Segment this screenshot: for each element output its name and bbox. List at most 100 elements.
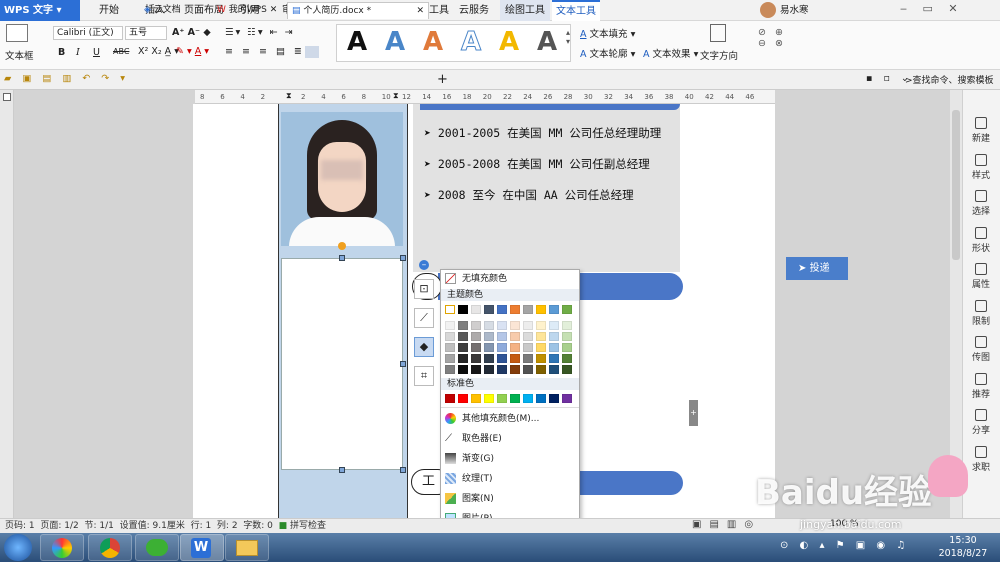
link-icons[interactable]: ⊘ ⊕ ⊖ ⊗ (758, 27, 786, 49)
color-swatch[interactable] (536, 305, 546, 314)
right-panel-item[interactable]: 样式 (962, 153, 1000, 181)
right-panel-item[interactable]: 属性 (962, 263, 1000, 290)
bold-button[interactable]: B (58, 47, 65, 58)
color-swatch[interactable] (497, 332, 507, 341)
color-swatch[interactable] (484, 354, 494, 363)
status-spell[interactable]: 拼写检查 (290, 521, 326, 531)
tab-my-wps[interactable]: W 我的WPS ✕ (213, 2, 285, 19)
font-color-icon[interactable]: ✎ ▾ A ▾ (176, 46, 209, 57)
toudi-button[interactable]: ➤ 投递 (786, 257, 848, 280)
color-swatch[interactable] (445, 343, 455, 352)
menu-item[interactable]: 文本工具 (552, 0, 600, 21)
color-swatch[interactable] (523, 321, 533, 330)
rotate-handle-icon[interactable] (338, 242, 346, 250)
layout-options-icon[interactable]: ⊡ (414, 279, 434, 299)
color-swatch[interactable] (562, 394, 572, 403)
user-name[interactable]: 易水寒 (780, 0, 809, 21)
gallery-scroll-icon[interactable]: ▴ ▾ (566, 28, 570, 46)
color-swatch[interactable] (523, 332, 533, 341)
right-panel-item[interactable]: 限制 (962, 299, 1000, 327)
text-direction-label[interactable]: 文字方向 (700, 48, 738, 62)
tray-icons[interactable]: ⊙ ◐ ▴ ⚑ ▣ ◉ ♫ (780, 540, 909, 551)
color-swatch[interactable] (458, 332, 468, 341)
color-swatch[interactable] (471, 343, 481, 352)
eyedropper-option[interactable]: ⟋ 取色器(E) (445, 430, 575, 448)
pattern-option[interactable]: 图案(N) (445, 490, 575, 508)
spell-check-icon[interactable]: ■ (279, 521, 288, 531)
avatar[interactable] (760, 2, 776, 18)
color-swatch[interactable] (484, 365, 494, 374)
color-swatch[interactable] (549, 365, 559, 374)
color-swatch[interactable] (484, 305, 494, 314)
color-swatch[interactable] (562, 305, 572, 314)
underline-button[interactable]: U (93, 47, 100, 58)
color-swatch[interactable] (445, 394, 455, 403)
color-swatch[interactable] (445, 354, 455, 363)
color-swatch[interactable] (497, 365, 507, 374)
status-words[interactable]: 字数: 0 (243, 521, 273, 531)
color-swatch[interactable] (549, 394, 559, 403)
color-swatch[interactable] (510, 332, 520, 341)
start-button-icon[interactable] (4, 534, 32, 561)
color-swatch[interactable] (471, 354, 481, 363)
ruler-corner-icon[interactable] (3, 93, 11, 101)
color-swatch[interactable] (549, 305, 559, 314)
color-swatch[interactable] (549, 332, 559, 341)
color-swatch[interactable] (497, 394, 507, 403)
profile-photo[interactable] (281, 112, 403, 246)
view-mode-icons[interactable]: ▣▤▥◎ (692, 519, 761, 530)
color-swatch[interactable] (458, 365, 468, 374)
quick-access-icons[interactable]: ▰ ▣ ▤ ▥ ↶ ↷ ▾ (4, 73, 129, 84)
color-swatch[interactable] (484, 394, 494, 403)
color-swatch[interactable] (445, 305, 455, 314)
clock[interactable]: 15:30 2018/8/27 (930, 534, 996, 561)
color-swatch[interactable] (471, 305, 481, 314)
color-swatch[interactable] (458, 354, 468, 363)
color-swatch[interactable] (536, 332, 546, 341)
menu-item[interactable]: 开始 (90, 0, 128, 21)
color-swatch[interactable] (484, 332, 494, 341)
align-icons[interactable]: ≡ ≡ ≡ ▤ ≣ (225, 46, 305, 57)
selection-handle-corner[interactable] (400, 255, 406, 261)
selection-handle-corner-b[interactable] (400, 467, 406, 473)
color-swatch[interactable] (562, 321, 572, 330)
gradient-option[interactable]: 渐变(G) (445, 450, 575, 468)
list-icons[interactable]: ☰▾ ☷▾ ⇤ ⇥ (225, 27, 295, 38)
color-swatch[interactable] (497, 321, 507, 330)
text-outline-button[interactable]: A 文本轮廓 ▾ (580, 46, 635, 60)
color-swatch[interactable] (562, 343, 572, 352)
text-style-tile[interactable]: A (492, 25, 526, 59)
color-swatch[interactable] (510, 321, 520, 330)
color-swatch[interactable] (471, 332, 481, 341)
font-name-select[interactable]: Calibri (正文) (53, 26, 123, 40)
selected-shape[interactable] (281, 258, 403, 470)
indent-marker-icon[interactable]: ⧗ (286, 91, 292, 101)
color-swatch[interactable] (471, 394, 481, 403)
color-swatch[interactable] (445, 332, 455, 341)
text-style-tile[interactable]: A (454, 25, 488, 59)
fill-bucket-icon[interactable]: ◆ (414, 337, 434, 357)
color-swatch[interactable] (523, 305, 533, 314)
collapse-icon[interactable]: – (419, 260, 429, 270)
justify-active-icon[interactable] (305, 46, 319, 58)
right-panel-item[interactable]: 新建 (962, 117, 1000, 144)
color-swatch[interactable] (497, 343, 507, 352)
color-swatch[interactable] (471, 365, 481, 374)
indent-marker-icon-right[interactable]: ⧗ (393, 91, 399, 101)
color-swatch[interactable] (523, 394, 533, 403)
right-panel-item[interactable]: 分享 (962, 409, 1000, 436)
color-swatch[interactable] (497, 305, 507, 314)
texture-option[interactable]: 纹理(T) (445, 470, 575, 488)
color-swatch[interactable] (510, 354, 520, 363)
color-swatch[interactable] (510, 305, 520, 314)
outline-icon[interactable]: ⟋ (414, 308, 434, 328)
scrollbar-thumb[interactable] (952, 110, 960, 260)
color-swatch[interactable] (458, 394, 468, 403)
color-swatch[interactable] (484, 321, 494, 330)
italic-button[interactable]: I (76, 47, 80, 58)
color-swatch[interactable] (510, 394, 520, 403)
text-style-tile[interactable]: A (530, 25, 564, 59)
selection-handle-bottom[interactable] (339, 467, 345, 473)
right-panel-item[interactable]: 推荐 (962, 372, 1000, 400)
right-panel-item[interactable]: 传图 (962, 336, 1000, 363)
